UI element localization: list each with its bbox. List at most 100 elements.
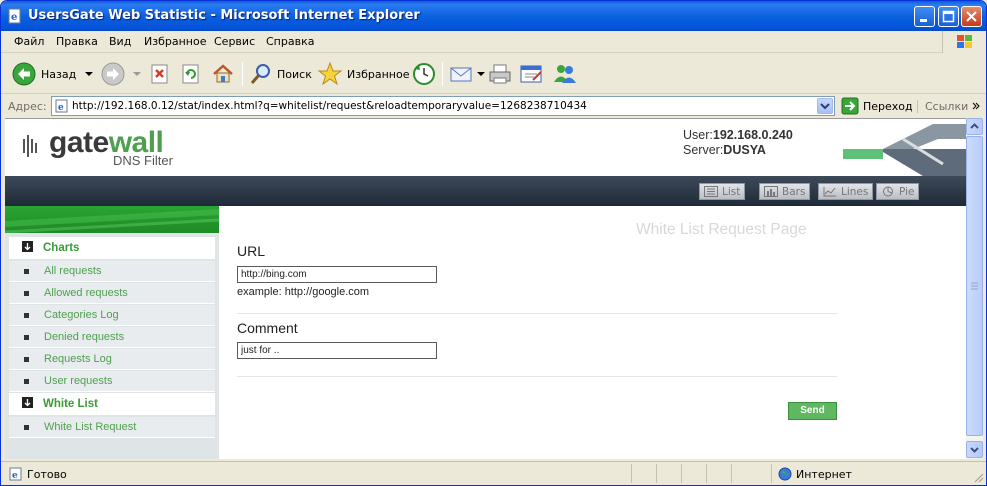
grip-icon xyxy=(971,282,978,290)
url-hint: example: http://google.com xyxy=(237,286,370,298)
history-icon xyxy=(413,63,435,85)
back-arrow-icon xyxy=(12,62,36,86)
messenger-icon xyxy=(554,65,576,83)
scroll-thumb[interactable] xyxy=(966,136,983,436)
stop-icon xyxy=(151,64,168,84)
sidebar-section-charts[interactable]: Charts xyxy=(9,237,215,259)
status-divider xyxy=(771,464,772,483)
menu-edit[interactable]: Правка xyxy=(56,35,98,48)
messenger-button[interactable] xyxy=(552,60,578,88)
home-button[interactable] xyxy=(211,60,235,88)
edit-document-icon xyxy=(520,65,542,83)
page-header: gatewall DNS Filter User:192.168.0.240 S… xyxy=(5,119,966,176)
mail-button[interactable] xyxy=(449,60,485,88)
banner-decoration xyxy=(5,209,219,233)
view-lines-button[interactable]: Lines xyxy=(818,183,874,200)
status-divider xyxy=(656,464,657,483)
sidebar-item-requests-log[interactable]: Requests Log xyxy=(9,349,215,370)
stop-button[interactable] xyxy=(149,60,171,88)
status-divider xyxy=(706,464,707,483)
ie-page-icon: e xyxy=(8,8,21,24)
svg-text:e: e xyxy=(11,12,17,23)
divider xyxy=(237,313,837,314)
printer-icon xyxy=(489,64,511,84)
go-arrow-icon xyxy=(841,97,859,115)
logo-subtitle: DNS Filter xyxy=(113,153,173,168)
comment-input[interactable] xyxy=(237,342,437,359)
print-button[interactable] xyxy=(488,60,512,88)
ie-page-icon: e xyxy=(55,99,68,113)
vertical-scrollbar[interactable] xyxy=(966,118,983,459)
address-input[interactable]: e http://192.168.0.12/stat/index.html?q=… xyxy=(51,96,835,116)
logo-bars-icon xyxy=(23,135,37,157)
refresh-button[interactable] xyxy=(180,60,202,88)
history-button[interactable] xyxy=(411,60,437,88)
view-list-button[interactable]: List xyxy=(699,183,746,200)
url-input[interactable] xyxy=(237,266,437,283)
list-icon xyxy=(704,186,718,197)
send-button[interactable]: Send xyxy=(788,402,837,420)
chevron-right-icon[interactable] xyxy=(971,101,981,111)
toolbar-separator xyxy=(442,62,443,86)
security-zone[interactable]: Интернет xyxy=(778,467,852,481)
sidebar-item-denied-requests[interactable]: Denied requests xyxy=(9,327,215,348)
sidebar-item-allowed-requests[interactable]: Allowed requests xyxy=(9,283,215,304)
lines-icon xyxy=(823,187,836,197)
sidebar-banner xyxy=(5,206,219,233)
svg-text:e: e xyxy=(12,471,18,481)
browser-window: e UsersGate Web Statistic - Microsoft In… xyxy=(0,0,987,486)
sidebar-section-white-list[interactable]: White List xyxy=(9,393,215,415)
bullet-icon xyxy=(24,291,29,296)
back-button[interactable]: Назад xyxy=(11,60,94,88)
page-viewport: gatewall DNS Filter User:192.168.0.240 S… xyxy=(5,118,966,459)
sidebar-item-white-list-request[interactable]: White List Request xyxy=(9,417,215,438)
edit-button[interactable] xyxy=(519,60,545,88)
view-pie-button[interactable]: Pie xyxy=(876,183,920,200)
chevron-down-icon[interactable] xyxy=(477,69,485,79)
bullet-icon xyxy=(24,357,29,362)
ie-page-icon: e xyxy=(9,467,22,481)
links-toolbar[interactable]: Ссылки xyxy=(917,100,968,113)
address-dropdown-button[interactable] xyxy=(817,98,833,114)
sidebar-item-all-requests[interactable]: All requests xyxy=(9,261,215,282)
close-button[interactable] xyxy=(961,6,982,27)
main-content: White List Request Page URL example: htt… xyxy=(219,206,966,459)
star-icon xyxy=(317,61,343,86)
maximize-icon xyxy=(942,10,955,23)
scroll-down-button[interactable] xyxy=(966,441,983,458)
status-text: e Готово xyxy=(9,467,67,481)
address-url[interactable]: http://192.168.0.12/stat/index.html?q=wh… xyxy=(72,100,587,112)
status-divider xyxy=(681,464,682,483)
view-bars-button[interactable]: Bars xyxy=(759,183,811,200)
menu-tools[interactable]: Сервис xyxy=(214,35,255,48)
maximize-button[interactable] xyxy=(938,6,959,27)
chevron-down-icon[interactable] xyxy=(84,69,94,79)
divider xyxy=(237,376,837,377)
page-title: White List Request Page xyxy=(636,221,807,238)
resize-grip-icon[interactable] xyxy=(972,471,984,483)
comment-label: Comment xyxy=(237,320,298,336)
sidebar-item-categories-log[interactable]: Categories Log xyxy=(9,305,215,326)
menu-help[interactable]: Справка xyxy=(266,35,314,48)
menu-favorites[interactable]: Избранное xyxy=(144,35,206,48)
favorites-button[interactable]: Избранное xyxy=(317,60,409,88)
sidebar: Charts All requests Allowed requests Cat… xyxy=(5,233,219,459)
sidebar-item-user-requests[interactable]: User requests xyxy=(9,371,215,392)
chevron-up-icon xyxy=(970,123,979,129)
go-button[interactable]: Переход xyxy=(841,97,913,115)
scroll-up-button[interactable] xyxy=(966,118,983,135)
chevron-down-icon xyxy=(820,103,830,110)
search-button[interactable]: Поиск xyxy=(249,60,312,88)
window-title: UsersGate Web Statistic - Microsoft Inte… xyxy=(28,8,420,23)
menu-view[interactable]: Вид xyxy=(109,35,131,48)
user-info: User:192.168.0.240 Server:DUSYA xyxy=(683,128,793,157)
home-icon xyxy=(213,64,233,83)
arrow-down-icon xyxy=(22,397,33,408)
toolbar: Назад Поиск Избранное xyxy=(1,54,986,94)
minimize-button[interactable] xyxy=(914,6,935,27)
url-label: URL xyxy=(237,243,266,259)
menu-file[interactable]: Файл xyxy=(14,35,44,48)
forward-button[interactable] xyxy=(100,60,142,88)
title-bar[interactable]: e UsersGate Web Statistic - Microsoft In… xyxy=(1,1,986,31)
chevron-down-icon[interactable] xyxy=(132,69,142,79)
